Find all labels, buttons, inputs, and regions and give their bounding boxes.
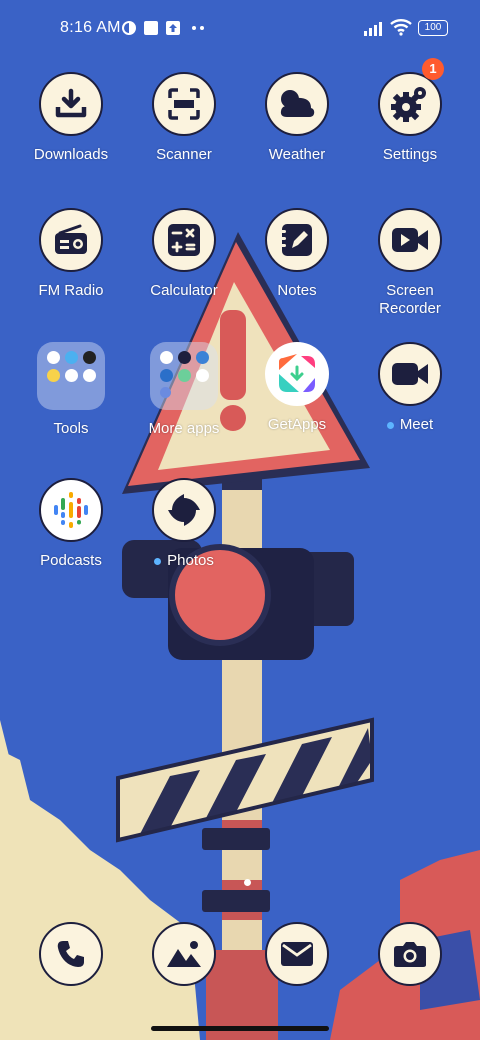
- page-indicator: [244, 879, 251, 886]
- app-fm-radio[interactable]: FM Radio: [15, 208, 127, 300]
- app-label: Calculator: [150, 282, 218, 299]
- dock-phone[interactable]: [15, 922, 127, 986]
- getapps-icon: [265, 342, 329, 406]
- notes-icon: [265, 208, 329, 272]
- app-notes[interactable]: Notes: [241, 208, 353, 300]
- wifi-icon: [390, 19, 412, 36]
- folder-icon: [37, 342, 105, 410]
- app-label-row: Photos: [128, 552, 240, 570]
- app-label: Meet: [399, 416, 434, 433]
- app-weather[interactable]: Weather: [241, 72, 353, 164]
- app-label: GetApps: [267, 416, 327, 433]
- home-gesture-bar[interactable]: [151, 1026, 329, 1031]
- notification-badge: 1: [422, 58, 444, 80]
- app-label-row: Meet: [354, 416, 466, 434]
- clock: 8:16 AM: [60, 19, 121, 36]
- phone-icon: [39, 922, 103, 986]
- app-label: Weather: [268, 146, 326, 163]
- mail-icon: [265, 922, 329, 986]
- photos-icon: [152, 478, 216, 542]
- new-app-dot: [386, 421, 394, 429]
- status-bar: 8:16 AM 100: [0, 0, 480, 56]
- app-label: Notes: [277, 282, 317, 299]
- folder-more-apps[interactable]: More apps: [128, 342, 240, 438]
- app-label: Podcasts: [40, 552, 102, 569]
- app-label: Scanner: [156, 146, 212, 163]
- folder-icon: [150, 342, 218, 410]
- vpn-icon: [122, 21, 136, 35]
- dock-messages[interactable]: [241, 922, 353, 986]
- app-label: Tools: [53, 420, 89, 437]
- radio-icon: [39, 208, 103, 272]
- notification-square-icon: [144, 21, 158, 35]
- dock-gallery[interactable]: [128, 922, 240, 986]
- gear-icon: 1: [378, 58, 444, 136]
- app-label: Settings: [382, 146, 438, 163]
- app-screen-recorder[interactable]: Screen Recorder: [354, 208, 466, 318]
- app-label: Screen Recorder: [379, 282, 441, 317]
- app-downloads[interactable]: Downloads: [15, 72, 127, 164]
- download-icon: [39, 72, 103, 136]
- app-photos[interactable]: Photos: [128, 478, 240, 570]
- folder-tools[interactable]: Tools: [15, 342, 127, 438]
- battery-icon: 100: [418, 20, 448, 36]
- app-settings[interactable]: 1 Settings: [354, 58, 466, 164]
- app-podcasts[interactable]: Podcasts: [15, 478, 127, 570]
- video-camera-icon: [378, 208, 442, 272]
- app-meet[interactable]: Meet: [354, 342, 466, 434]
- calculator-icon: [152, 208, 216, 272]
- new-app-dot: [154, 557, 162, 565]
- gallery-icon: [152, 922, 216, 986]
- more-notifications-icon: [192, 26, 204, 30]
- scanner-icon: [152, 72, 216, 136]
- dock-camera[interactable]: [354, 922, 466, 986]
- app-label: More apps: [148, 420, 220, 437]
- podcasts-icon: [39, 478, 103, 542]
- app-getapps[interactable]: GetApps: [241, 342, 353, 434]
- app-label: FM Radio: [38, 282, 104, 299]
- app-scanner[interactable]: Scanner: [128, 72, 240, 164]
- weather-icon: [265, 72, 329, 136]
- video-camera-icon: [378, 342, 442, 406]
- upload-icon: [166, 21, 180, 35]
- camera-icon: [378, 922, 442, 986]
- signal-icon: [364, 22, 382, 36]
- app-label: Downloads: [33, 146, 109, 163]
- app-calculator[interactable]: Calculator: [128, 208, 240, 300]
- app-label: Photos: [167, 552, 214, 569]
